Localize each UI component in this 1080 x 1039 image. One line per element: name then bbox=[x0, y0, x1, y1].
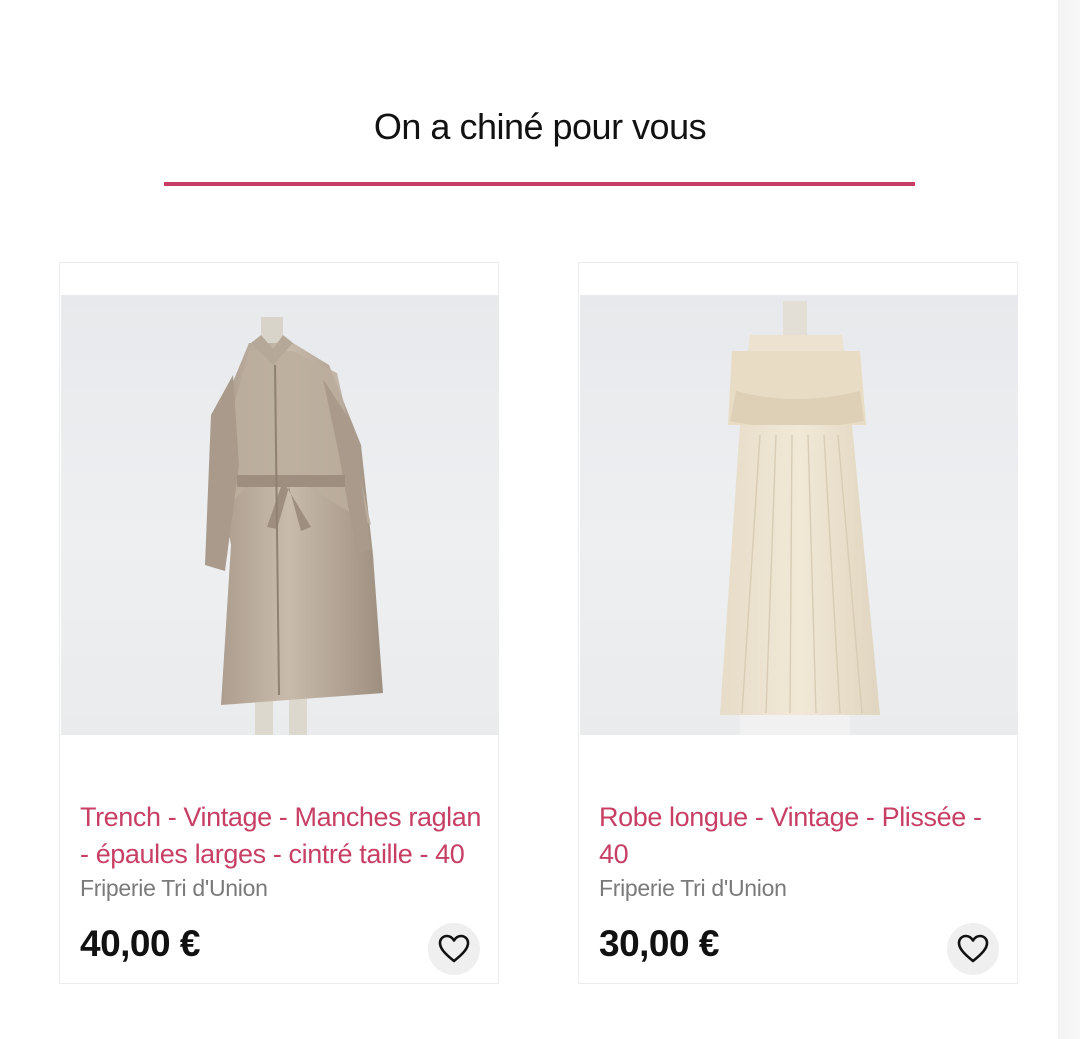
trench-coat-illustration bbox=[205, 317, 383, 735]
product-card[interactable]: Robe longue - Vintage - Plissée - 40 Fri… bbox=[578, 262, 1018, 984]
product-image-robe[interactable] bbox=[580, 295, 1018, 735]
page-gutter bbox=[1058, 0, 1080, 1039]
product-price: 30,00 € bbox=[599, 923, 719, 964]
product-title-line[interactable]: Robe longue - Vintage - Plissée - bbox=[599, 799, 1009, 836]
heart-outline-icon bbox=[438, 934, 470, 963]
product-title[interactable]: Robe longue - Vintage - Plissée - 40 bbox=[599, 799, 1009, 873]
product-card[interactable]: Trench - Vintage - Manches raglan - épau… bbox=[59, 262, 499, 984]
product-title-line[interactable]: - épaules larges - cintré taille - 40 bbox=[80, 836, 490, 873]
product-price: 40,00 € bbox=[80, 923, 200, 964]
product-image-trench[interactable] bbox=[61, 295, 499, 735]
section-title: On a chiné pour vous bbox=[373, 106, 707, 147]
section-title-underline bbox=[164, 182, 915, 186]
long-dress-illustration bbox=[720, 301, 880, 735]
seller-name: Friperie Tri d'Union bbox=[80, 875, 268, 901]
seller-name: Friperie Tri d'Union bbox=[599, 875, 787, 901]
product-title-line[interactable]: Trench - Vintage - Manches raglan bbox=[80, 799, 490, 836]
product-title-line[interactable]: 40 bbox=[599, 836, 1009, 873]
heart-outline-icon bbox=[957, 934, 989, 963]
favorite-button[interactable] bbox=[428, 923, 480, 975]
favorite-button[interactable] bbox=[947, 923, 999, 975]
product-title[interactable]: Trench - Vintage - Manches raglan - épau… bbox=[80, 799, 490, 873]
